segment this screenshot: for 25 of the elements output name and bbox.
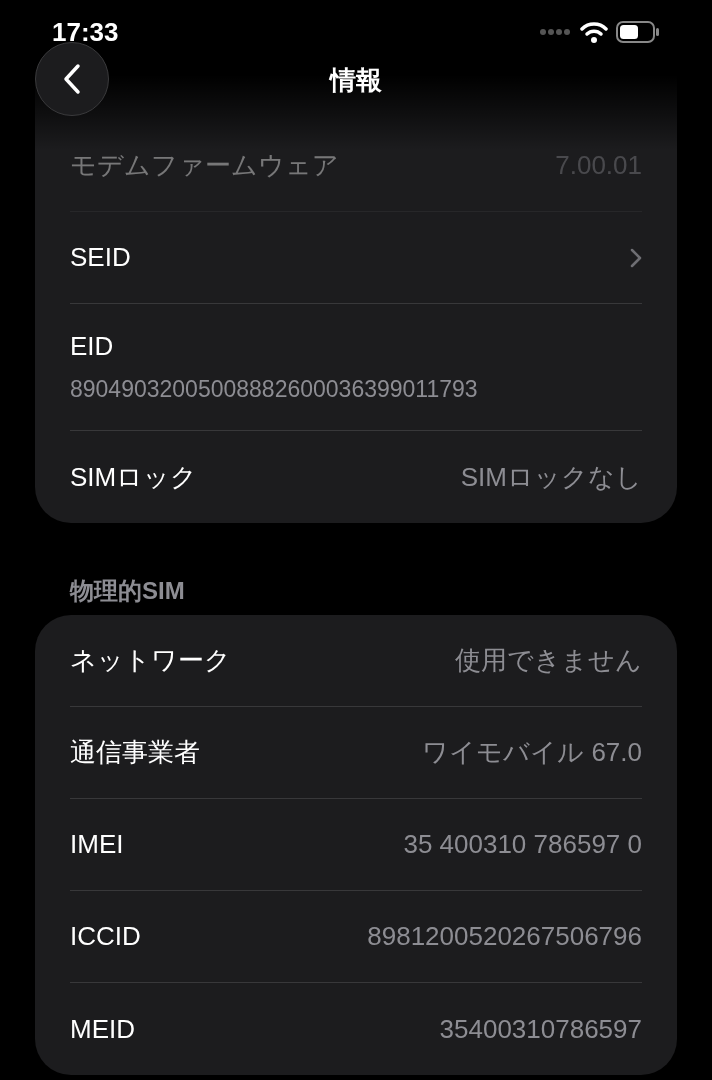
row-label: モデムファームウェア	[70, 149, 339, 182]
row-value: 35400310786597	[439, 1012, 642, 1046]
link-row[interactable]: SEID	[70, 212, 642, 304]
wifi-icon	[580, 21, 608, 43]
section-header: 物理的SIM	[70, 577, 185, 604]
row-label: SEID	[70, 241, 131, 274]
chevron-icon	[630, 247, 642, 268]
row-value: 35 400310 786597 0	[403, 828, 642, 861]
row-label: MEID	[70, 1012, 135, 1046]
row-value: ワイモバイル 67.0	[422, 736, 642, 769]
nav-title: 情報	[330, 63, 382, 97]
signal-icon	[540, 28, 572, 36]
back-icon	[62, 63, 82, 95]
row-value: 8981200520267506796	[367, 920, 642, 953]
status-time: 17:33	[52, 19, 119, 45]
row-label: SIMロック	[70, 460, 198, 494]
battery-icon	[616, 21, 660, 43]
row-label: 通信事業者	[70, 736, 200, 769]
row-label: ICCID	[70, 920, 141, 953]
row-label: IMEI	[70, 828, 124, 861]
row-value: SIMロックなし	[460, 460, 642, 494]
row-value: 使用できません	[455, 644, 642, 677]
row-label: ネットワーク	[70, 644, 231, 677]
row-value: 89049032005008882600036399011793	[70, 375, 479, 405]
row-label: EID	[70, 330, 115, 364]
